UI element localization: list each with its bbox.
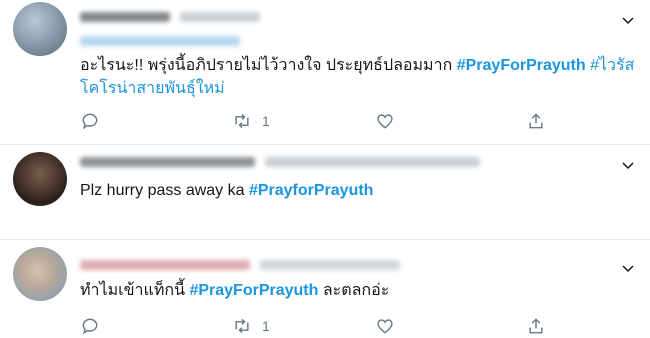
share-icon xyxy=(529,113,543,129)
chevron-down-icon[interactable] xyxy=(620,157,636,173)
blurred-handle xyxy=(180,12,260,22)
tweet-text-after: ละตลกอ่ะ xyxy=(318,282,390,299)
reply-button[interactable] xyxy=(80,109,100,133)
reply-button[interactable] xyxy=(80,314,100,338)
share-button[interactable] xyxy=(526,314,546,338)
retweet-icon xyxy=(235,318,249,334)
blurred-handle xyxy=(260,260,400,270)
share-button[interactable] xyxy=(526,109,546,133)
like-button[interactable] xyxy=(375,314,395,338)
chevron-down-icon[interactable] xyxy=(620,260,636,276)
avatar[interactable] xyxy=(13,2,67,56)
heart-icon xyxy=(377,114,393,129)
retweet-count: 1 xyxy=(262,113,270,129)
tweet-text: Plz hurry pass away ka #PrayforPrayuth xyxy=(80,180,373,202)
avatar[interactable] xyxy=(13,152,67,206)
heart-icon xyxy=(377,319,393,334)
retweet-button[interactable]: 1 xyxy=(232,109,270,133)
like-button[interactable] xyxy=(375,109,395,133)
chevron-down-icon[interactable] xyxy=(620,12,636,28)
retweet-count: 1 xyxy=(262,318,270,334)
tweet-actions: 1 xyxy=(80,314,550,338)
tweet-text-main: ทำไมเข้าแท็กนี้ xyxy=(80,282,190,299)
blurred-username xyxy=(80,12,170,22)
reply-icon xyxy=(82,113,98,130)
share-icon xyxy=(529,318,543,334)
hashtag-link[interactable]: #ไวรัส xyxy=(586,57,634,74)
blurred-username xyxy=(80,260,250,270)
tweet-2: Plz hurry pass away ka #PrayforPrayuth xyxy=(0,145,650,240)
hashtag-link[interactable]: #PrayForPrayuth xyxy=(457,57,586,74)
retweet-button[interactable]: 1 xyxy=(232,314,270,338)
blurred-handle xyxy=(265,157,480,167)
tweet-1: อะไรนะ!! พรุ่งนี้อภิปรายไม่ไว้วางใจ ประย… xyxy=(0,0,650,145)
retweet-icon xyxy=(235,113,249,129)
reply-icon xyxy=(82,318,98,335)
tweet-text-main: อะไรนะ!! พรุ่งนี้อภิปรายไม่ไว้วางใจ ประย… xyxy=(80,57,457,74)
tweet-text-main: Plz hurry pass away ka xyxy=(80,182,249,199)
tweet-text: ทำไมเข้าแท็กนี้ #PrayForPrayuth ละตลกอ่ะ xyxy=(80,280,389,302)
tweet-actions: 1 xyxy=(80,109,550,133)
hashtag-link-continued[interactable]: โคโรน่าสายพันธุ์ใหม่ xyxy=(80,78,225,100)
avatar[interactable] xyxy=(13,247,67,301)
hashtag-link[interactable]: #PrayForPrayuth xyxy=(189,282,318,299)
blurred-reply-to xyxy=(80,36,240,46)
tweet-3: ทำไมเข้าแท็กนี้ #PrayForPrayuth ละตลกอ่ะ… xyxy=(0,240,650,335)
hashtag-link[interactable]: #PrayforPrayuth xyxy=(249,182,374,199)
blurred-username xyxy=(80,157,255,167)
tweet-text: อะไรนะ!! พรุ่งนี้อภิปรายไม่ไว้วางใจ ประย… xyxy=(80,55,634,77)
